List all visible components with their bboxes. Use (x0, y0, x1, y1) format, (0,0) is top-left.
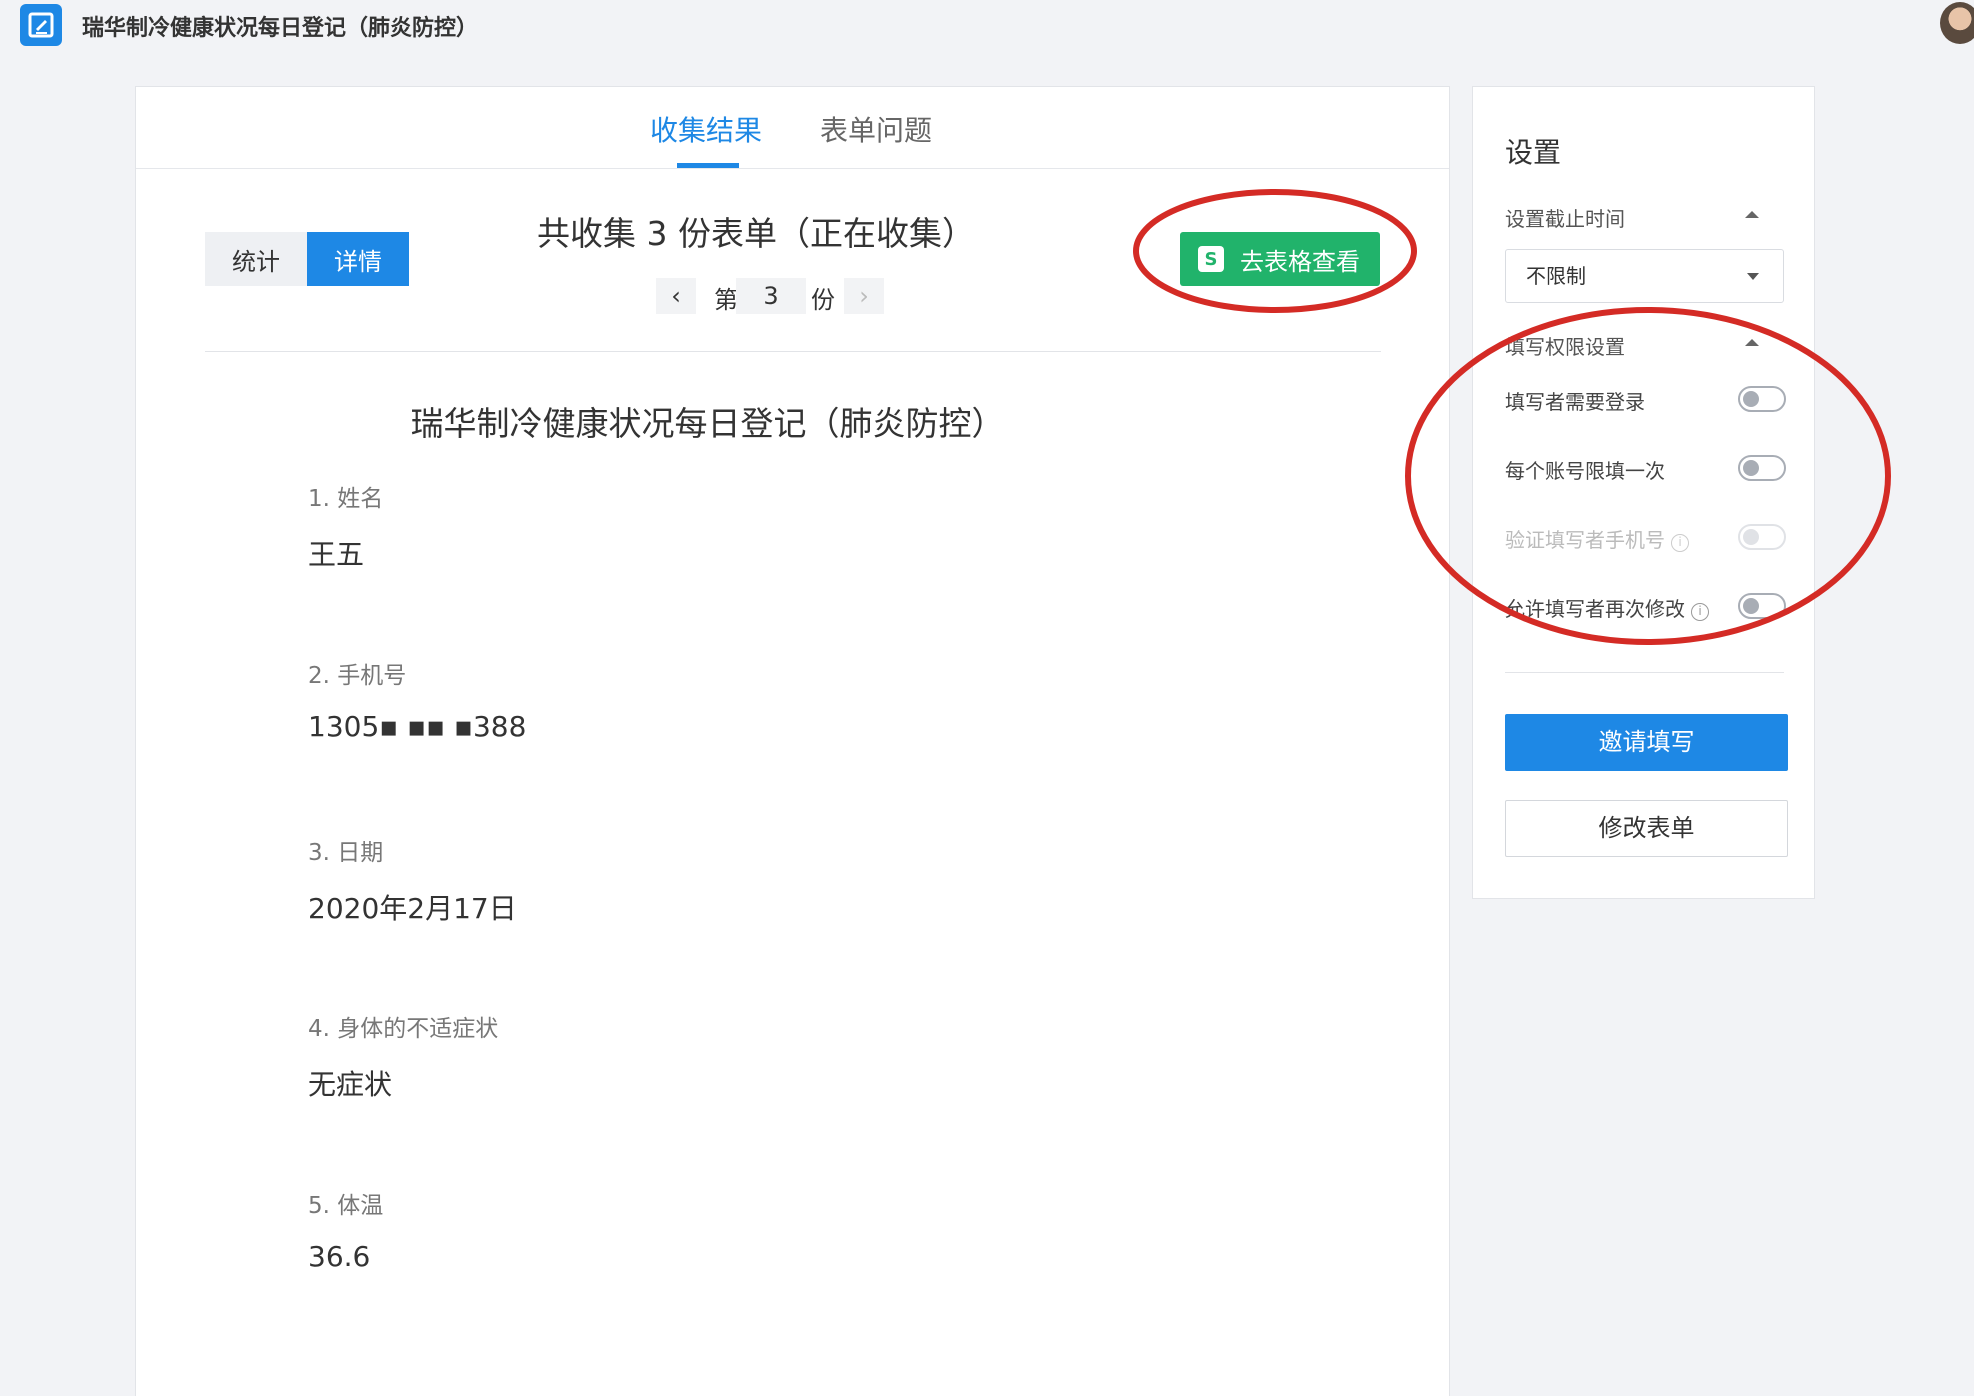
view-in-spreadsheet-button[interactable]: S 去表格查看 (1180, 232, 1380, 286)
permission-allow-edit: 允许填写者再次修改 i (1505, 591, 1790, 621)
document-title: 瑞华制冷健康状况每日登记（肺炎防控） (82, 16, 479, 41)
question-answer: 36.6 (308, 1240, 371, 1273)
permission-label: 填写者需要登录 (1505, 390, 1645, 414)
active-tab-indicator (677, 163, 739, 168)
question-item: 3. 日期 2020年2月17日 (308, 833, 517, 927)
next-submission-button[interactable]: › (844, 278, 884, 314)
permission-label: 验证填写者手机号 (1505, 528, 1665, 552)
allow-edit-toggle[interactable] (1738, 593, 1786, 619)
require-login-toggle[interactable] (1738, 386, 1786, 412)
question-label: 4. 身体的不适症状 (308, 1016, 499, 1042)
question-answer: 1305▪ ▪▪ ▪388 (308, 710, 527, 743)
verify-phone-toggle (1738, 524, 1786, 550)
permission-section-label: 填写权限设置 (1505, 335, 1625, 359)
question-label: 2. 手机号 (308, 663, 407, 689)
permission-label-wrap: 允许填写者再次修改 i (1505, 593, 1709, 622)
chevron-left-icon: ‹ (671, 282, 681, 310)
invite-fill-button[interactable]: 邀请填写 (1505, 714, 1788, 771)
question-item: 4. 身体的不适症状 无症状 (308, 1009, 498, 1103)
form-title: 瑞华制冷健康状况每日登记（肺炎防控） (410, 404, 1005, 443)
question-item: 1. 姓名 王五 (308, 479, 383, 573)
collection-summary: 共收集 3 份表单（正在收集） (537, 214, 975, 253)
permission-once-per-account: 每个账号限填一次 (1505, 453, 1790, 483)
question-answer: 王五 (308, 538, 365, 571)
chevron-right-icon: › (859, 282, 869, 310)
question-answer: 无症状 (308, 1068, 393, 1101)
view-in-spreadsheet-label: 去表格查看 (1240, 247, 1360, 276)
top-bar: 瑞华制冷健康状况每日登记（肺炎防控） (0, 0, 1974, 58)
results-panel: 收集结果 表单问题 统计 详情 共收集 3 份表单（正在收集） ‹ 第 3 份 … (135, 86, 1450, 1396)
info-icon[interactable]: i (1691, 603, 1709, 621)
toggle-knob (1743, 391, 1759, 407)
question-label: 1. 姓名 (308, 486, 384, 512)
deadline-select[interactable]: 不限制 (1505, 249, 1784, 303)
permission-label-wrap: 验证填写者手机号 i (1505, 524, 1689, 553)
permission-label: 每个账号限填一次 (1505, 459, 1665, 483)
pager-prefix: 第 (714, 286, 738, 314)
question-label: 5. 体温 (308, 1193, 384, 1219)
previous-submission-button[interactable]: ‹ (656, 278, 696, 314)
edit-form-button[interactable]: 修改表单 (1505, 800, 1788, 857)
permission-label: 允许填写者再次修改 (1505, 597, 1685, 621)
question-answer: 2020年2月17日 (308, 892, 517, 925)
tab-bar: 收集结果 表单问题 (136, 87, 1449, 169)
permission-require-login: 填写者需要登录 (1505, 384, 1790, 414)
caret-down-icon (1747, 273, 1759, 280)
user-avatar[interactable] (1940, 2, 1974, 44)
submission-number-input[interactable]: 3 (736, 278, 806, 314)
header-divider (205, 351, 1381, 352)
pager-suffix: 份 (811, 286, 835, 314)
settings-panel: 设置 设置截止时间 不限制 填写权限设置 填写者需要登录 每个账号限填一次 验证… (1472, 86, 1815, 899)
tab-collection-results[interactable]: 收集结果 (650, 109, 762, 149)
permission-verify-phone: 验证填写者手机号 i (1505, 522, 1790, 552)
question-item: 2. 手机号 1305▪ ▪▪ ▪388 (308, 656, 526, 743)
question-item: 5. 体温 36.6 (308, 1186, 383, 1273)
tab-form-questions[interactable]: 表单问题 (820, 109, 932, 149)
form-app-icon[interactable] (20, 4, 62, 46)
toggle-knob (1743, 598, 1759, 614)
deadline-section-label: 设置截止时间 (1505, 207, 1625, 231)
spreadsheet-icon: S (1198, 246, 1224, 272)
stats-view-button[interactable]: 统计 (205, 232, 307, 286)
question-label: 3. 日期 (308, 840, 384, 866)
deadline-select-value: 不限制 (1526, 264, 1586, 288)
collapse-permissions-icon[interactable] (1745, 339, 1759, 346)
toggle-knob (1743, 529, 1759, 545)
toggle-knob (1743, 460, 1759, 476)
once-per-account-toggle[interactable] (1738, 455, 1786, 481)
settings-title: 设置 (1505, 136, 1562, 169)
collapse-deadline-icon[interactable] (1745, 211, 1759, 218)
submission-pager: ‹ 第 3 份 › (656, 278, 936, 314)
settings-divider (1505, 672, 1784, 673)
info-icon[interactable]: i (1671, 534, 1689, 552)
detail-view-button[interactable]: 详情 (307, 232, 409, 286)
